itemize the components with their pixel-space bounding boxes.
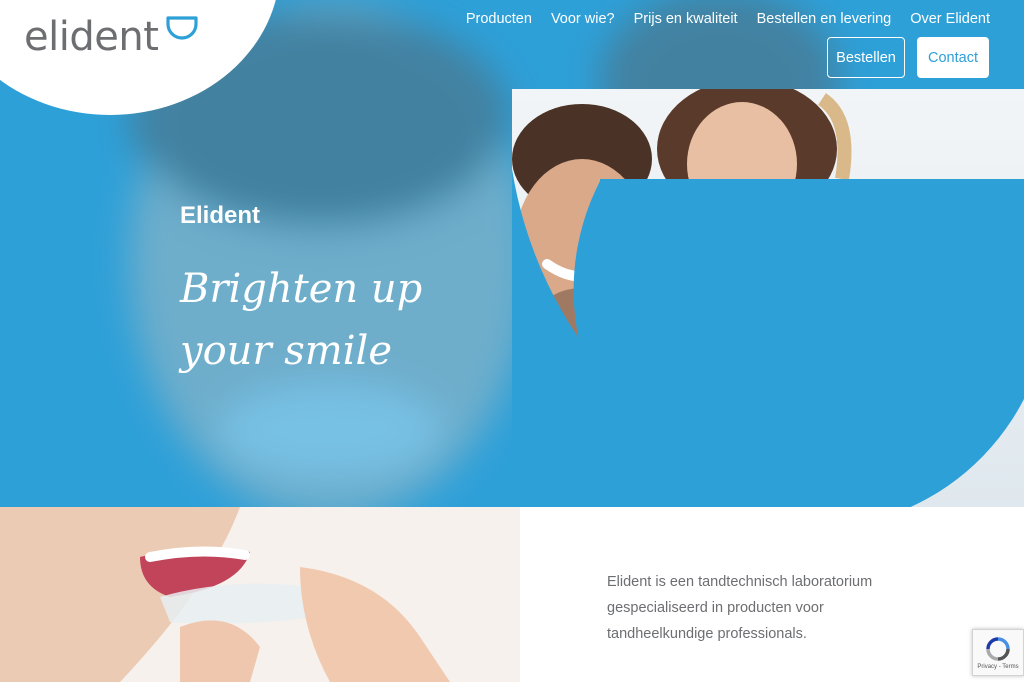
nav-item-producten[interactable]: Producten bbox=[466, 11, 532, 27]
logo-text: elident bbox=[24, 14, 159, 60]
aligner-photo-graphic bbox=[0, 507, 520, 682]
recaptcha-icon bbox=[986, 636, 1010, 661]
nav-item-prijs-en-kwaliteit[interactable]: Prijs en kwaliteit bbox=[634, 11, 738, 27]
order-button[interactable]: Bestellen bbox=[827, 37, 905, 78]
woman-inserting-aligner-photo bbox=[0, 507, 520, 682]
logo[interactable]: elident bbox=[24, 14, 198, 60]
contact-button[interactable]: Contact bbox=[917, 37, 989, 78]
nav-item-bestellen-en-levering[interactable]: Bestellen en levering bbox=[757, 11, 892, 27]
hero-label: Elident bbox=[180, 202, 261, 229]
nav-item-voor-wie[interactable]: Voor wie? bbox=[551, 11, 615, 27]
smile-icon bbox=[166, 16, 198, 40]
couple-smiling-photo bbox=[512, 89, 1024, 507]
main-nav: Producten Voor wie? Prijs en kwaliteit B… bbox=[447, 11, 990, 27]
recaptcha-badge[interactable]: Privacy - Terms bbox=[972, 629, 1024, 676]
about-description: Elident is een tandtechnisch laboratoriu… bbox=[607, 574, 873, 642]
nav-item-over-elident[interactable]: Over Elident bbox=[910, 11, 990, 27]
hero-tagline: Brighten up your smile bbox=[180, 266, 423, 374]
hero-section: elident Producten Voor wie? Prijs en kwa… bbox=[0, 0, 1024, 507]
photo-arc-mask bbox=[512, 89, 812, 507]
recaptcha-label: Privacy - Terms bbox=[977, 663, 1019, 670]
